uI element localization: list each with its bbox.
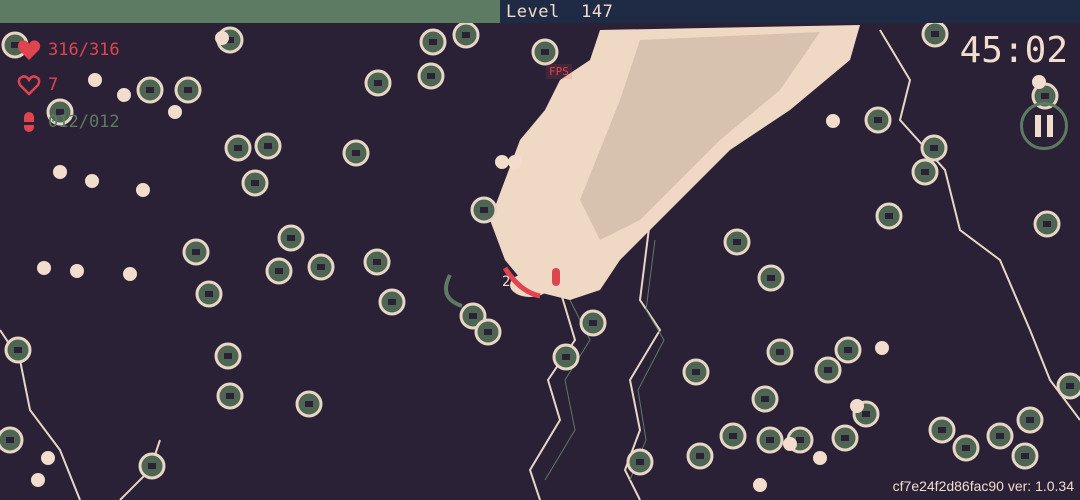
xp-orb — [753, 478, 767, 492]
damage-number: 2 — [502, 274, 511, 290]
ammo-text: 012/012 — [48, 112, 120, 132]
xp-orb — [41, 451, 55, 465]
enemy-blob — [757, 264, 785, 292]
enemy-blob — [4, 336, 32, 364]
enemy-blob — [182, 238, 210, 266]
enemy-blob — [814, 356, 842, 384]
enemy-blob — [452, 21, 480, 49]
enemy-blob — [1033, 210, 1061, 238]
xp-orb — [136, 183, 150, 197]
enemy-blob — [921, 20, 949, 48]
enemy-blob — [136, 76, 164, 104]
enemy-blob — [1016, 406, 1044, 434]
shield-counter: 7 — [16, 73, 58, 97]
xp-orb — [168, 105, 182, 119]
enemy-blob — [911, 158, 939, 186]
xp-orb — [215, 31, 229, 45]
build-version: cf7e24f2d86fac90 ver: 1.0.34 — [892, 478, 1074, 494]
enemy-blob — [417, 62, 445, 90]
pause-icon — [1035, 115, 1041, 137]
enemy-blob — [363, 248, 391, 276]
level-label: Level — [506, 2, 560, 22]
xp-orb — [813, 451, 827, 465]
shield-text: 7 — [48, 75, 59, 95]
enemy-blob — [682, 358, 710, 386]
enemy-blob — [295, 390, 323, 418]
enemy-blob — [831, 424, 859, 452]
enemy-blob — [378, 288, 406, 316]
enemy-blob — [952, 434, 980, 462]
xp-orb — [85, 174, 99, 188]
enemy-blob — [138, 452, 166, 480]
enemy-blob — [928, 416, 956, 444]
xp-orb — [1032, 75, 1046, 89]
enemy-blob — [216, 382, 244, 410]
xp-orb — [70, 264, 84, 278]
enemy-blob — [1056, 372, 1080, 400]
xp-orb — [850, 399, 864, 413]
enemy-blob — [195, 280, 223, 308]
enemy-blob — [474, 318, 502, 346]
xp-orb — [495, 155, 509, 169]
enemy-blob — [277, 224, 305, 252]
xp-orb — [783, 437, 797, 451]
experience-fill — [0, 0, 501, 23]
enemy-blob — [241, 169, 269, 197]
enemy-blob — [552, 343, 580, 371]
xp-orb — [31, 473, 45, 487]
enemy-blob — [214, 342, 242, 370]
game-scene — [0, 0, 1080, 500]
xp-orb — [826, 114, 840, 128]
xp-orb — [117, 88, 131, 102]
level-value: 147 — [581, 2, 614, 22]
enemy-blob — [766, 338, 794, 366]
xp-orb — [123, 267, 137, 281]
enemy-blob — [719, 422, 747, 450]
pause-icon-bar — [1047, 115, 1053, 137]
enemy-blob — [875, 202, 903, 230]
xp-orb — [53, 165, 67, 179]
enemy-blob — [756, 426, 784, 454]
pause-button[interactable] — [1020, 102, 1068, 150]
enemy-blob — [986, 422, 1014, 450]
enemy-blob — [174, 76, 202, 104]
enemy-blob — [0, 426, 24, 454]
enemy-blob — [364, 69, 392, 97]
enemy-blob — [723, 228, 751, 256]
enemy-blob — [579, 309, 607, 337]
enemy-blob — [254, 132, 282, 160]
survival-timer: 45:02 — [959, 30, 1068, 71]
enemy-blob — [307, 253, 335, 281]
enemy-blob — [751, 385, 779, 413]
enemy-blob — [1011, 442, 1039, 470]
bullet-icon — [24, 112, 34, 132]
enemy-blob — [686, 442, 714, 470]
enemy-blob — [265, 257, 293, 285]
enemy-blob — [626, 448, 654, 476]
enemy-blob — [531, 38, 559, 66]
ammo-counter: 012/012 — [16, 110, 120, 134]
xp-orb — [37, 261, 51, 275]
enemy-blob — [224, 134, 252, 162]
xp-orb — [508, 155, 522, 169]
enemy-blob — [834, 336, 862, 364]
fps-counter: FPS — [546, 64, 572, 79]
xp-orb — [88, 73, 102, 87]
enemy-blob — [470, 196, 498, 224]
enemy-blob — [864, 106, 892, 134]
enemy-blob — [419, 28, 447, 56]
heart-outline-icon — [17, 75, 41, 96]
enemy-blob — [920, 134, 948, 162]
heart-icon — [17, 40, 41, 60]
hp-text: 316/316 — [48, 40, 120, 60]
xp-orb — [875, 341, 889, 355]
level-indicator: Level 147 — [506, 2, 613, 22]
hp-counter: 316/316 — [16, 38, 120, 62]
enemy-blob — [342, 139, 370, 167]
